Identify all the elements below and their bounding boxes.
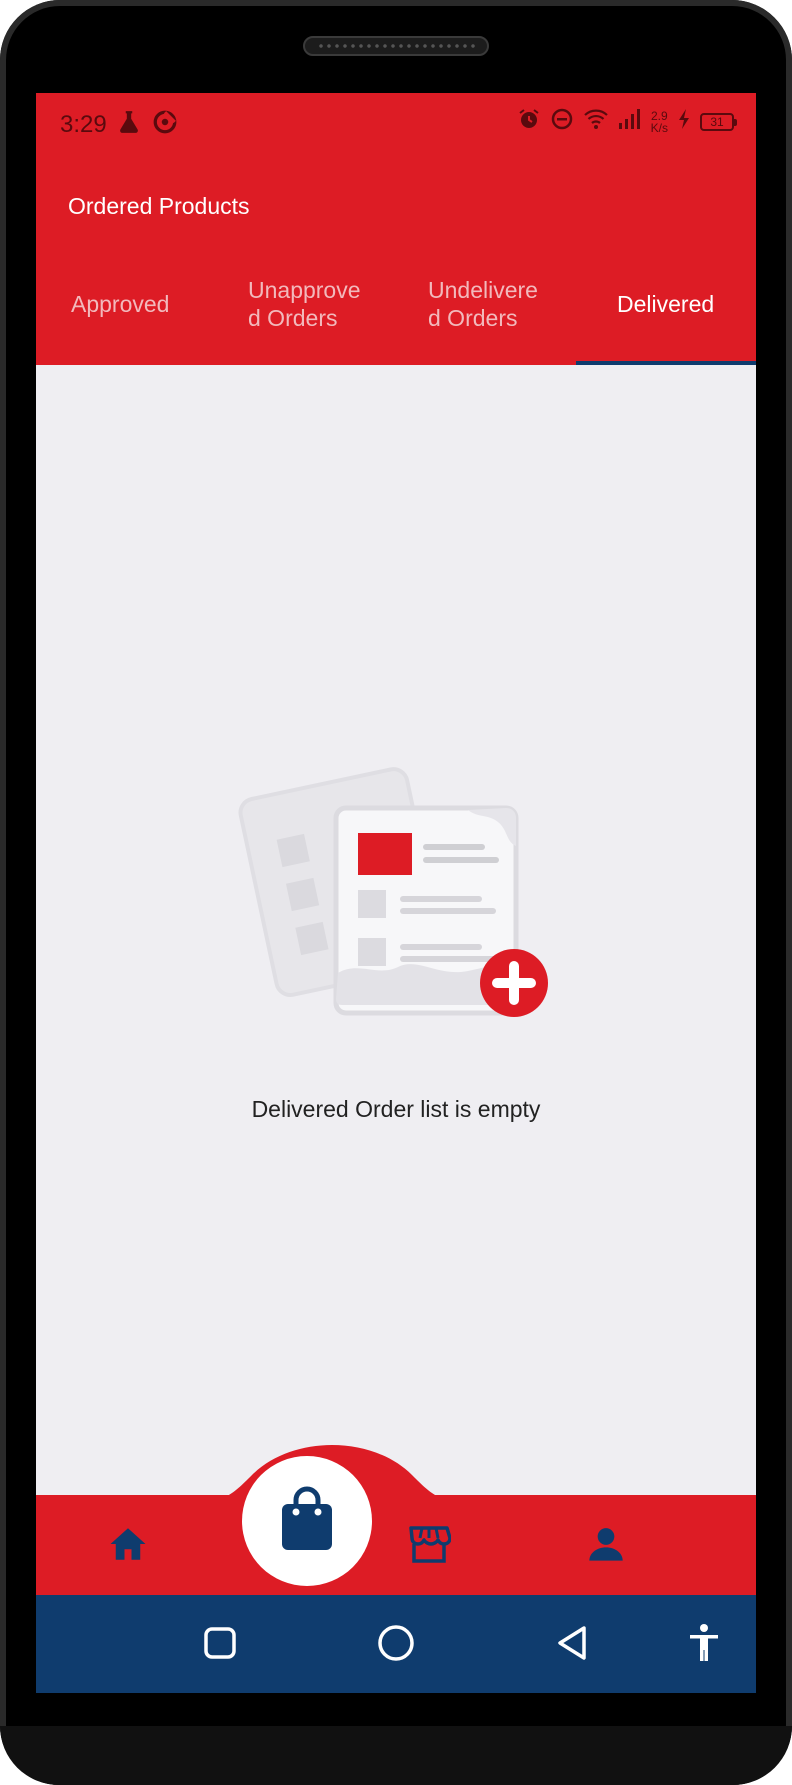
do-not-disturb-icon <box>550 107 574 136</box>
recents-icon <box>202 1625 238 1666</box>
empty-order-list-illustration <box>238 758 558 1018</box>
status-bar: 3:29 2.9 K/s 31 <box>36 93 756 155</box>
network-speed: 2.9 K/s <box>651 110 668 134</box>
alarm-icon <box>517 107 541 136</box>
charging-icon <box>677 108 691 135</box>
accessibility-button[interactable] <box>684 1623 724 1668</box>
recents-button[interactable] <box>200 1625 240 1665</box>
active-tab-indicator <box>576 361 756 365</box>
app-screen: 3:29 2.9 K/s 31 Ordered Products Approve… <box>36 93 756 1693</box>
tab-label: Approved <box>71 291 170 317</box>
back-button[interactable] <box>552 1625 592 1665</box>
nav-home[interactable] <box>103 1521 153 1571</box>
empty-state-message: Delivered Order list is empty <box>251 1096 541 1122</box>
tab-unapproved-orders[interactable]: Unapprove d Orders <box>248 243 361 365</box>
profile-icon <box>586 1524 626 1569</box>
shopping-bag-icon <box>279 1486 335 1557</box>
tab-label: Undelivere d Orders <box>428 277 538 331</box>
network-speed-unit: K/s <box>650 120 668 135</box>
phone-frame: 3:29 2.9 K/s 31 Ordered Products Approve… <box>0 0 792 1785</box>
tab-delivered[interactable]: Delivered <box>617 243 714 365</box>
bottom-bezel <box>0 1726 792 1785</box>
nav-profile[interactable] <box>581 1521 631 1571</box>
system-navigation-bar <box>36 1595 756 1693</box>
tab-label: Unapprove d Orders <box>248 277 361 331</box>
home-circle-icon <box>376 1623 416 1668</box>
tab-undelivered-orders[interactable]: Undelivere d Orders <box>428 243 538 365</box>
flask-icon <box>116 109 142 140</box>
nav-orders[interactable] <box>242 1456 372 1586</box>
nav-store[interactable] <box>404 1521 454 1571</box>
home-icon <box>107 1524 149 1569</box>
data-saver-icon <box>152 109 178 140</box>
accessibility-icon <box>687 1623 721 1668</box>
earpiece-speaker <box>303 36 489 56</box>
back-icon <box>554 1624 590 1667</box>
tab-label: Delivered <box>617 291 715 317</box>
battery-indicator: 31 <box>700 112 737 131</box>
app-bar: Ordered Products <box>36 155 756 243</box>
status-time: 3:29 <box>60 111 107 138</box>
store-icon <box>407 1524 452 1569</box>
tab-approved[interactable]: Approved <box>71 243 169 365</box>
order-tabs: Approved Unapprove d Orders Undelivere d… <box>36 243 756 365</box>
home-button[interactable] <box>376 1623 416 1668</box>
page-title: Ordered Products <box>68 193 250 219</box>
wifi-icon <box>583 107 609 136</box>
signal-icon <box>618 108 642 135</box>
